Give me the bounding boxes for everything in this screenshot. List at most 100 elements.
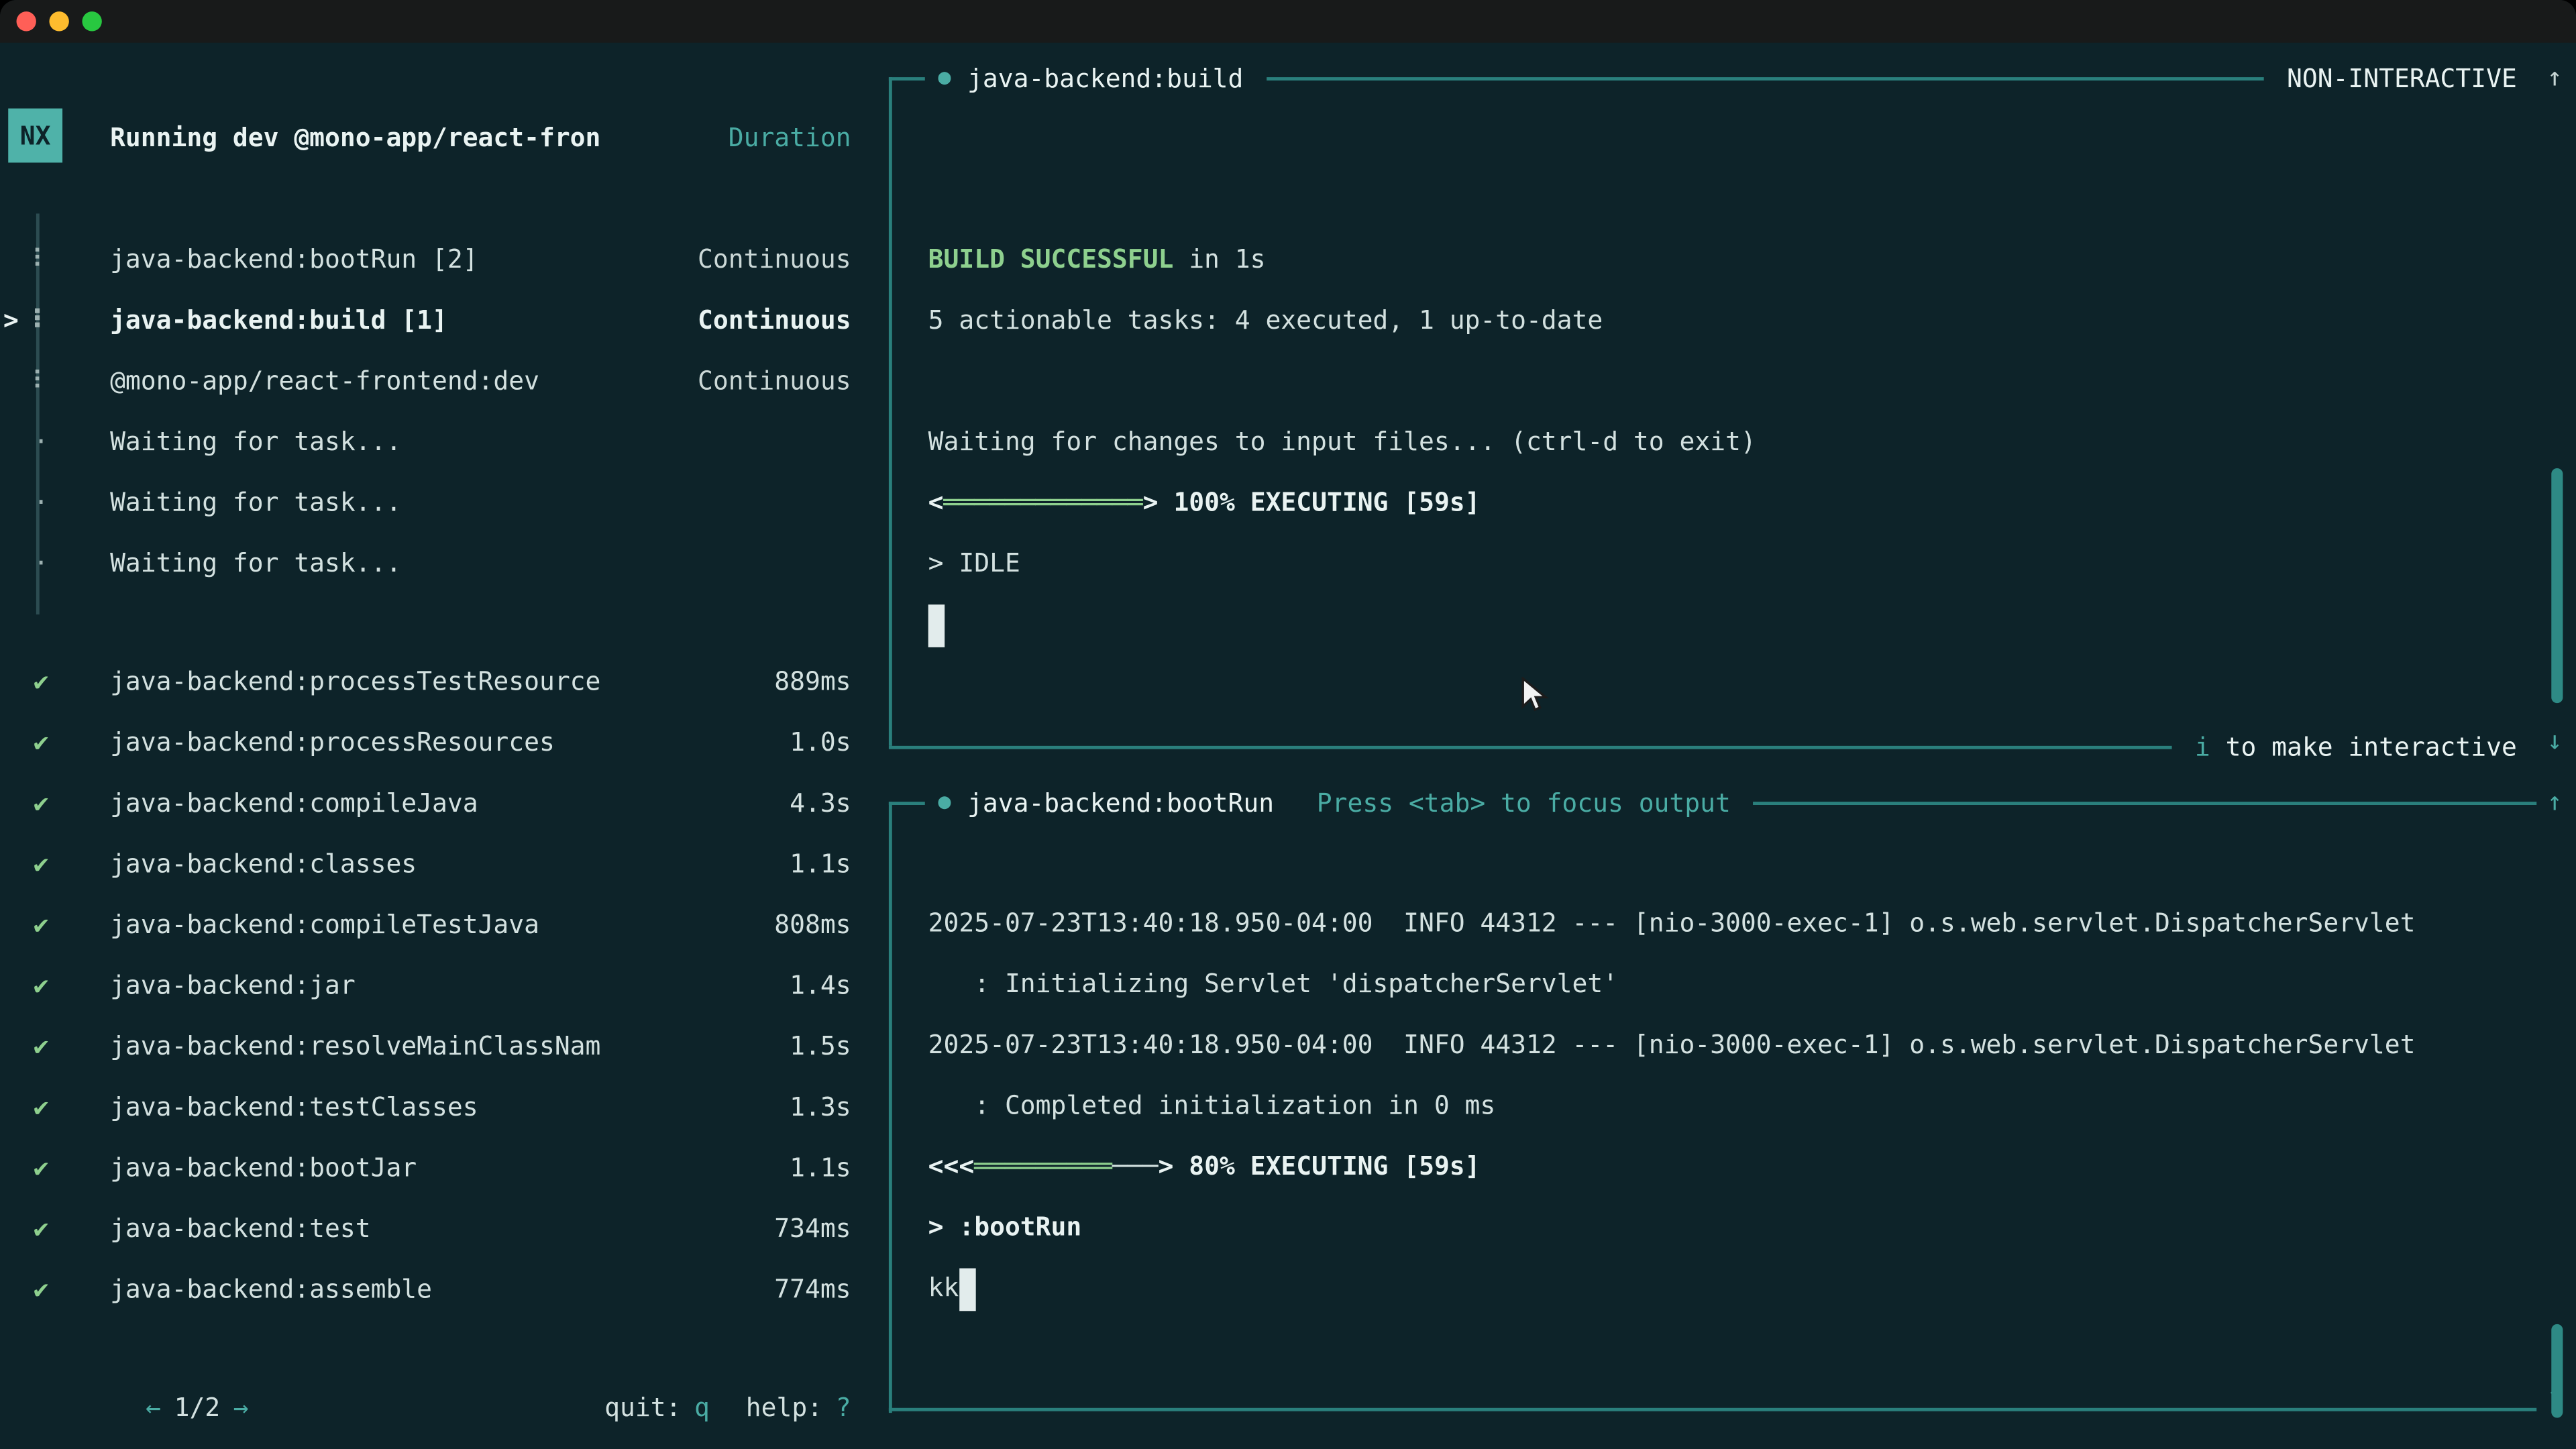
nx-logo: NX: [8, 109, 62, 163]
terminal-text-segment: 2025-07-23T13:40:18.950-04:00 INFO 44312…: [928, 1030, 2416, 1060]
task-label: java-backend:jar: [110, 970, 356, 1000]
terminal-text-segment: : Completed initialization in 0 ms: [928, 1091, 1496, 1120]
page-prev-arrow[interactable]: ←: [146, 1393, 161, 1422]
task-row[interactable]: ✔java-backend:testClasses1.3s: [0, 1076, 871, 1137]
task-row[interactable]: ·Waiting for task...: [0, 532, 871, 593]
terminal-line: <═════════════> 100% EXECUTING [59s]: [889, 473, 2536, 534]
terminal-text-segment: [1173, 1152, 1189, 1181]
check-icon: ✔: [26, 1152, 56, 1182]
text-cursor: [959, 1267, 975, 1310]
task-label: Waiting for task...: [110, 548, 401, 578]
bootrun-output-panel: ● java-backend:bootRun Press <tab> to fo…: [889, 772, 2536, 1441]
task-row[interactable]: ✔java-backend:processTestResource889ms: [0, 651, 871, 712]
page-next-arrow[interactable]: →: [233, 1393, 249, 1422]
check-icon: ✔: [26, 1274, 56, 1303]
task-row[interactable]: ✔ java-backend:jar 1.4s: [0, 955, 871, 1016]
build-panel-scrollbar[interactable]: [2551, 468, 2563, 703]
interactive-hint: i to make interactive: [2195, 732, 2517, 761]
task-duration: 1.1s: [790, 1152, 851, 1182]
task-duration: 1.1s: [790, 849, 851, 878]
task-row[interactable]: ✔java-backend:compileTestJava808ms: [0, 894, 871, 955]
close-button[interactable]: [16, 11, 36, 31]
build-terminal-output: BUILD SUCCESSFUL in 1s 5 actionable tasks…: [889, 109, 2536, 716]
task-row[interactable]: ✔java-backend:resolveMainClassNam1.5s: [0, 1015, 871, 1076]
task-row[interactable]: ✔java-backend:processResources1.0s: [0, 711, 871, 772]
task-duration: 889ms: [774, 666, 851, 696]
task-label: java-backend:testClasses: [110, 1091, 478, 1121]
scroll-down-icon: ↓: [2536, 711, 2573, 772]
minimize-button[interactable]: [49, 11, 68, 31]
dot-icon: ·: [26, 487, 56, 517]
task-row[interactable]: ⠇java-backend:bootRun [2]Continuous: [0, 228, 871, 289]
terminal-text-segment: <<<: [928, 1152, 975, 1181]
task-duration: 1.4s: [790, 970, 851, 1000]
terminal-text-segment: ═════════════: [944, 488, 1143, 517]
terminal-line: 2025-07-23T13:40:18.950-04:00 INFO 44312…: [889, 894, 2536, 955]
quit-key[interactable]: q: [694, 1393, 710, 1422]
interactive-hint-key: i: [2195, 732, 2210, 761]
terminal-line: : Completed initialization in 0 ms: [889, 1076, 2536, 1137]
mouse-cursor: [1519, 677, 1552, 716]
terminal-text-segment: 5 actionable tasks: 4 executed, 1 up-to-…: [928, 306, 1603, 335]
task-row[interactable]: ✔java-backend:classes1.1s: [0, 833, 871, 894]
terminal-window: NX Running dev @mono-app/react-fron Dura…: [0, 0, 2576, 1449]
task-status-bullet-icon: ●: [938, 66, 951, 91]
interactive-hint-text: to make interactive: [2210, 732, 2517, 761]
terminal-line: [889, 352, 2536, 413]
terminal-line: > IDLE: [889, 534, 2536, 595]
task-duration: 808ms: [774, 910, 851, 939]
task-row[interactable]: ✔java-backend:test734ms: [0, 1197, 871, 1258]
bootrun-panel-header: ● java-backend:bootRun Press <tab> to fo…: [889, 772, 2536, 833]
terminal-text-segment: >: [1143, 488, 1159, 517]
terminal-text-segment: > :bootRun: [928, 1212, 1082, 1242]
check-icon: ✔: [26, 970, 56, 1000]
task-row[interactable]: >⠇java-backend:build [1]Continuous: [0, 289, 871, 350]
task-row[interactable]: ·Waiting for task...: [0, 472, 871, 533]
task-row[interactable]: ✔java-backend:assemble774ms: [0, 1258, 871, 1320]
task-list-sidebar: NX Running dev @mono-app/react-fron Dura…: [0, 43, 871, 1449]
panel-border-segment: [889, 801, 925, 804]
zoom-button[interactable]: [82, 11, 101, 31]
help-label: help:: [746, 1393, 822, 1422]
task-label: java-backend:build [1]: [110, 305, 447, 334]
page-indicator: 1/2: [174, 1393, 221, 1422]
duration-column-header: Duration: [729, 109, 851, 170]
terminal-line: [889, 655, 2536, 716]
panel-bottom-border: [889, 1408, 2536, 1411]
panel-border-segment: [889, 76, 925, 80]
task-row[interactable]: · Waiting for task...: [0, 411, 871, 472]
check-icon: ✔: [26, 666, 56, 696]
build-output-panel: ● java-backend:build NON-INTERACTIVE BUI…: [889, 48, 2536, 716]
task-status: Continuous: [698, 366, 851, 395]
terminal-line: [889, 109, 2536, 170]
task-label: Waiting for task...: [110, 427, 401, 456]
task-row[interactable]: ✔java-backend:bootJar1.1s: [0, 1137, 871, 1198]
task-label: java-backend:assemble: [110, 1274, 432, 1303]
terminal-text-segment: 2025-07-23T13:40:18.950-04:00 INFO 44312…: [928, 908, 2416, 938]
task-label: java-backend:resolveMainClassNam: [110, 1031, 600, 1061]
task-row[interactable]: ⠇@mono-app/react-frontend:devContinuous: [0, 350, 871, 411]
spinner-icon: ⠇: [26, 244, 56, 274]
terminal-line: kk: [889, 1258, 2536, 1320]
help-key[interactable]: ?: [836, 1393, 851, 1422]
bootrun-panel-scrollbar[interactable]: [2551, 1324, 2563, 1418]
task-duration: 4.3s: [790, 788, 851, 817]
selected-task-arrow: >: [0, 305, 26, 334]
terminal-line: 2025-07-23T13:40:18.950-04:00 INFO 44312…: [889, 1015, 2536, 1076]
terminal-line: BUILD SUCCESSFUL in 1s: [889, 230, 2536, 291]
terminal-text-segment: in 1s: [1173, 245, 1265, 274]
terminal-text-segment: >: [1159, 1152, 1174, 1181]
terminal-text-segment: BUILD SUCCESSFUL: [928, 245, 1174, 274]
task-row[interactable]: ✔java-backend:compileJava4.3s: [0, 772, 871, 833]
terminal-text-segment: ───: [1112, 1152, 1159, 1181]
running-task-list: ⠇java-backend:bootRun [2]Continuous>⠇jav…: [0, 228, 871, 593]
bootrun-terminal-output: 2025-07-23T13:40:18.950-04:00 INFO 44312…: [889, 833, 2536, 1381]
terminal-text-segment: 80% EXECUTING [59s]: [1189, 1152, 1480, 1181]
non-interactive-badge: NON-INTERACTIVE: [2287, 63, 2517, 93]
terminal-line: <<<═════════───> 80% EXECUTING [59s]: [889, 1137, 2536, 1198]
terminal-line: [889, 595, 2536, 656]
dot-icon: ·: [26, 427, 56, 456]
divider-rule: [889, 745, 2172, 749]
terminal-text-segment: kk: [928, 1273, 959, 1303]
terminal-line: > :bootRun: [889, 1197, 2536, 1258]
